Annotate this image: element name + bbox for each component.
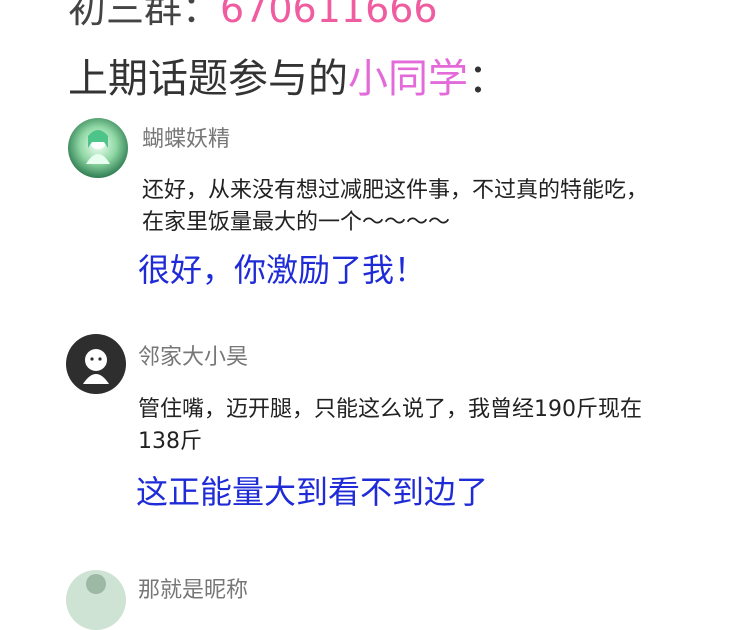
anime-avatar-icon[interactable] xyxy=(66,570,126,630)
section-title: 上期话题参与的小同学： xyxy=(68,46,508,104)
reply-text: 很好，你激励了我！ xyxy=(138,251,427,289)
anime-girl-avatar-icon[interactable] xyxy=(68,118,128,178)
username[interactable]: 蝴蝶妖精 xyxy=(142,121,230,153)
comment-text: 还好，从来没有想过减肥这件事，不过真的特能吃，在家里饭量最大的一个～～～～ xyxy=(142,178,649,235)
comment-text: 管住嘴，迈开腿，只能这么说了，我曾经190斤现在138斤 xyxy=(138,397,642,454)
section-title-accent: 小同学 xyxy=(348,56,468,102)
username[interactable]: 邻家大小昊 xyxy=(138,339,248,371)
section-title-suffix: ： xyxy=(468,56,508,102)
group-label: 初三群： xyxy=(68,0,221,31)
group-number: 670611666 xyxy=(220,0,438,31)
group-number-header: 初三群：670611666 xyxy=(68,0,438,33)
ghost-figure-avatar-icon[interactable] xyxy=(66,334,126,394)
username[interactable]: 那就是昵称 xyxy=(138,572,248,604)
reply-text: 这正能量大到看不到边了 xyxy=(136,473,489,511)
section-title-prefix: 上期话题参与的 xyxy=(68,56,348,102)
